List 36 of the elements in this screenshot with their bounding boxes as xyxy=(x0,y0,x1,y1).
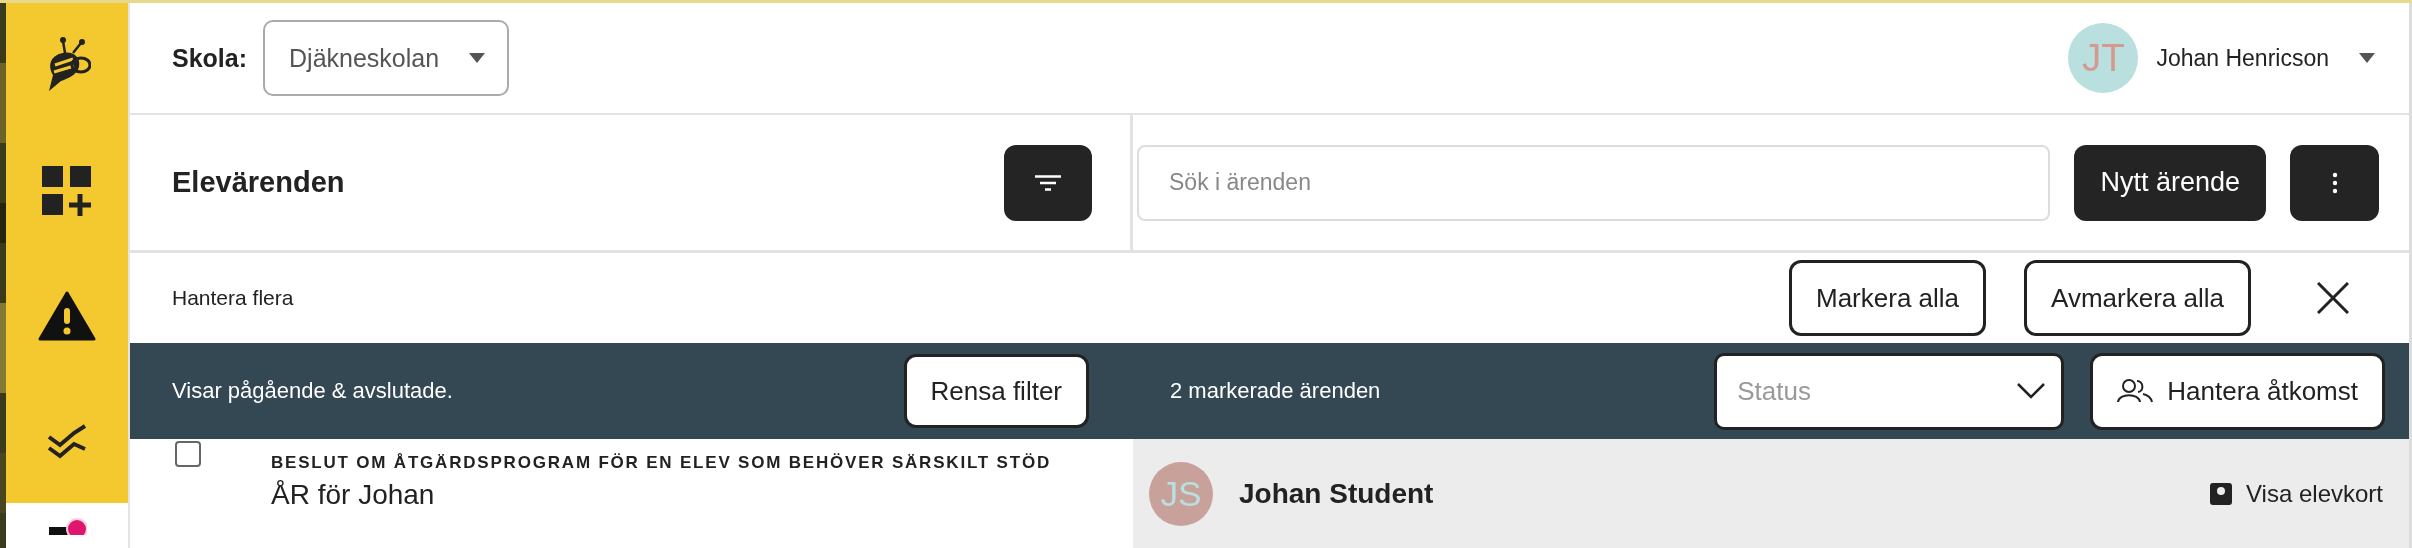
new-case-button[interactable]: Nytt ärende xyxy=(2074,144,2266,221)
clear-filter-button[interactable]: Rensa filter xyxy=(903,354,1089,428)
close-button[interactable] xyxy=(2317,282,2349,314)
caret-icon xyxy=(2359,53,2375,63)
case-checkbox[interactable] xyxy=(175,441,201,467)
user-menu[interactable]: Johan Henricson xyxy=(2150,43,2381,73)
select-button[interactable]: Markera alla xyxy=(1789,260,1987,336)
close-icon xyxy=(2317,282,2349,314)
case-category: BESLUT OM ÅTGÄRDSPROGRAM FÖR EN ELEV SOM BEHÖVER SÄRSKILT STÖD xyxy=(271,453,1051,473)
filter-status-text: Visar pågående & avslutade. xyxy=(172,378,453,404)
more-button[interactable] xyxy=(2290,144,2379,221)
student-card-link[interactable]: Visa elevkort xyxy=(2210,479,2383,508)
search-field[interactable]: Sök i ärenden xyxy=(1137,144,2051,221)
student-avatar: JS xyxy=(1149,461,1213,526)
person-card-icon xyxy=(2210,482,2233,505)
user-avatar: JT xyxy=(2068,23,2139,93)
people-icon xyxy=(2117,379,2154,403)
page-title: Elevärenden xyxy=(172,166,345,199)
grid-plus-icon xyxy=(42,165,92,216)
school-select[interactable]: Djäkneskolan xyxy=(263,20,510,96)
filter-icon xyxy=(1035,174,1061,191)
selection-count: 2 markerade ärenden xyxy=(1170,378,1381,404)
select-button[interactable]: Avmarkera alla xyxy=(2024,260,2251,336)
chevron-down-icon xyxy=(2017,383,2046,399)
bulk-label: Hantera flera xyxy=(172,286,294,310)
filter-button[interactable] xyxy=(1004,144,1092,221)
sidebar-item[interactable] xyxy=(6,3,128,128)
caret-icon xyxy=(469,53,486,63)
warning-icon xyxy=(38,290,96,341)
student-name: Johan Student xyxy=(1239,477,1434,510)
notification-icon xyxy=(47,517,87,535)
more-icon xyxy=(2331,171,2338,194)
manage-access-button[interactable]: Hantera åtkomst xyxy=(2090,352,2385,430)
wave-lines-icon xyxy=(47,422,87,459)
case-title: ÅR för Johan xyxy=(271,479,436,511)
school-label: Skola: xyxy=(172,43,248,73)
